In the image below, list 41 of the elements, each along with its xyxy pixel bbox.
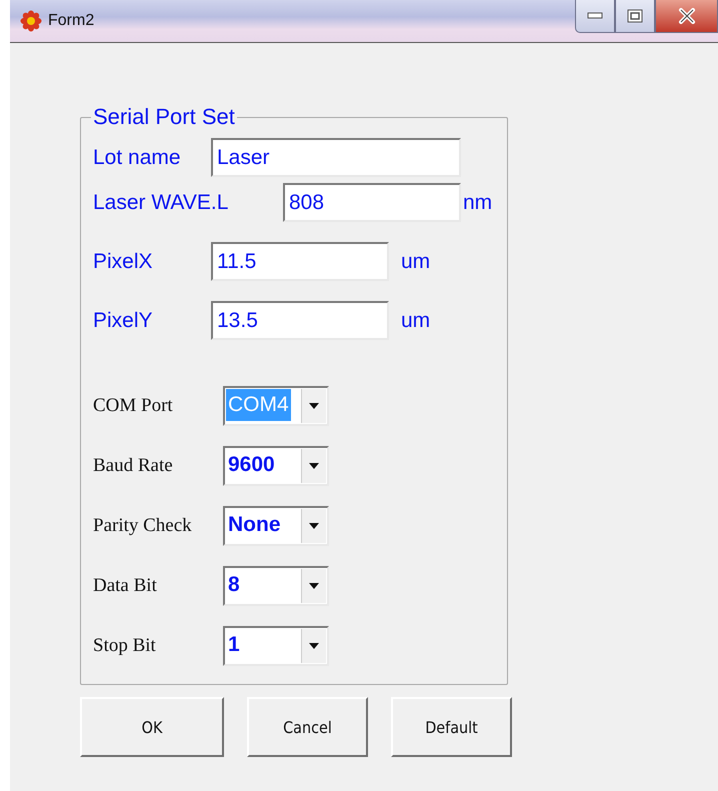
dropdown-arrow-icon [309,523,319,529]
close-button[interactable] [655,0,718,33]
field-label: PixelX [93,250,154,274]
flower-icon [20,10,42,32]
combo-label: Stop Bit [93,635,157,657]
dropdown-arrow-icon [309,463,319,469]
dropdown-field[interactable]: 8 [223,566,329,606]
dropdown-arrow-icon [309,583,319,589]
combo-value: None [227,512,282,538]
dialog-button[interactable]: Cancel [247,697,368,757]
window-title: Form2 [48,12,94,30]
unit-label: nm [463,190,492,214]
dialog-button[interactable]: OK [80,697,224,757]
combo-value: 9600 [227,452,276,478]
combo-label: Baud Rate [93,455,174,477]
field-label: Lot name [93,146,182,170]
field-label: PixelY [93,308,154,332]
combo-label: Parity Check [93,515,193,537]
field-label: Laser WAVE.L [93,190,230,214]
maximize-icon [627,9,643,23]
maximize-button[interactable] [615,0,655,33]
combo-value: 1 [227,632,241,658]
combo-value: COM4 [226,389,291,421]
text-field[interactable]: 808 [283,183,461,222]
text-field[interactable]: 11.5 [211,242,389,281]
dropdown-arrow-icon [309,403,319,409]
text-field[interactable]: Laser [211,138,461,177]
combo-label: Data Bit [93,575,158,597]
unit-label: um [401,250,430,274]
combo-value: 8 [227,572,241,598]
text-field[interactable]: 13.5 [211,301,389,340]
dropdown-arrow-icon [309,643,319,649]
close-icon [678,8,696,24]
dialog-button[interactable]: Default [391,697,512,757]
dropdown-field[interactable]: 1 [223,626,329,666]
unit-label: um [401,308,430,332]
minimize-button[interactable] [575,0,615,33]
minimize-icon [587,12,603,20]
dropdown-field[interactable]: 9600 [223,446,329,486]
combo-label: COM Port [93,395,174,417]
dropdown-field[interactable]: None [223,506,329,546]
